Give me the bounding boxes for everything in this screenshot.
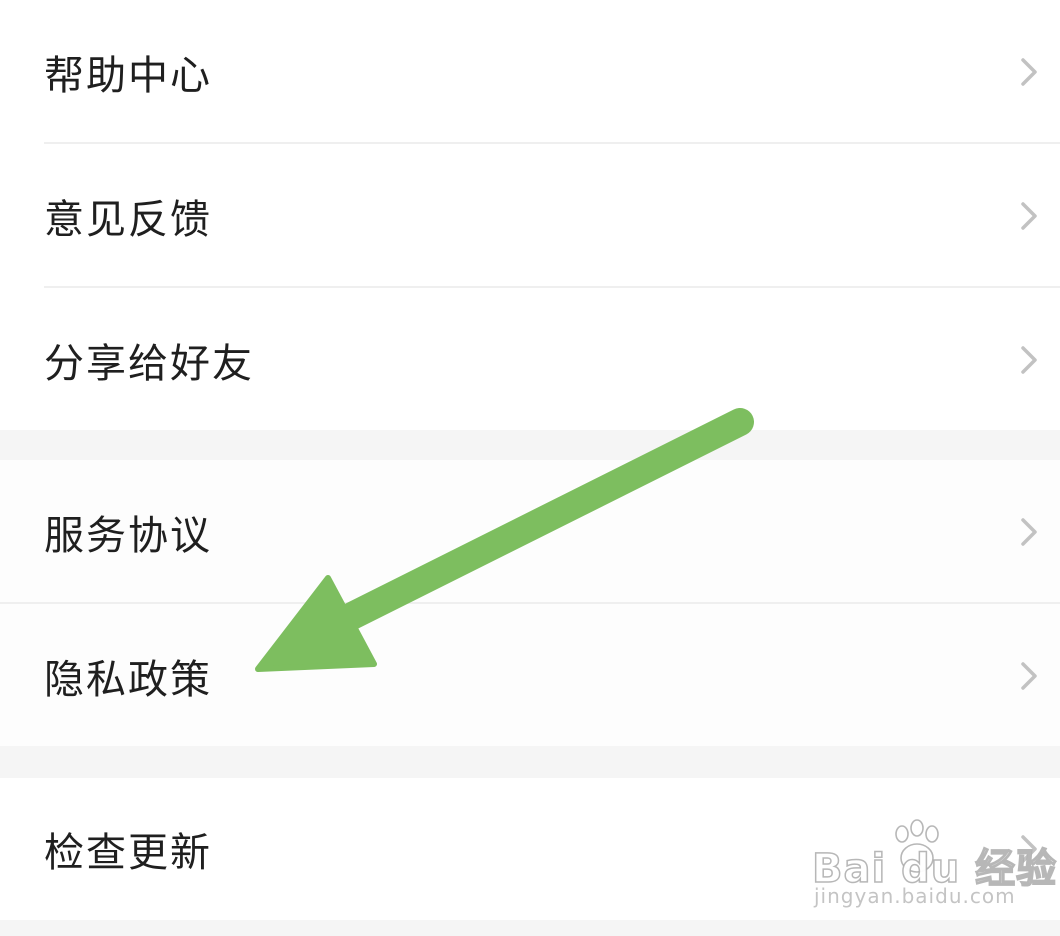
- menu-item-service-agreement[interactable]: 服务协议: [0, 460, 1060, 604]
- menu-group-legal: 服务协议 隐私政策: [0, 460, 1060, 746]
- menu-group-update: 检查更新: [0, 778, 1060, 920]
- menu-item-check-update[interactable]: 检查更新: [0, 778, 1060, 920]
- menu-item-label: 帮助中心: [44, 53, 212, 99]
- menu-group-general: 帮助中心 意见反馈 分享给好友: [0, 0, 1060, 430]
- chevron-right-icon: [1021, 835, 1037, 863]
- menu-item-help-center[interactable]: 帮助中心: [0, 0, 1060, 144]
- chevron-right-icon: [1021, 202, 1037, 230]
- menu-item-label: 意见反馈: [44, 197, 212, 243]
- menu-item-privacy-policy[interactable]: 隐私政策: [0, 604, 1060, 748]
- chevron-right-icon: [1021, 518, 1037, 546]
- menu-item-feedback[interactable]: 意见反馈: [0, 144, 1060, 288]
- menu-item-label: 分享给好友: [44, 341, 254, 387]
- chevron-right-icon: [1021, 662, 1037, 690]
- menu-item-label: 服务协议: [44, 513, 212, 559]
- menu-item-label: 隐私政策: [44, 657, 212, 703]
- menu-item-label: 检查更新: [44, 830, 212, 876]
- chevron-right-icon: [1021, 346, 1037, 374]
- settings-page: 帮助中心 意见反馈 分享给好友 服务协议 隐私政策 检查更新 Bai du 经验…: [0, 0, 1060, 936]
- menu-item-share-to-friends[interactable]: 分享给好友: [0, 288, 1060, 432]
- chevron-right-icon: [1021, 58, 1037, 86]
